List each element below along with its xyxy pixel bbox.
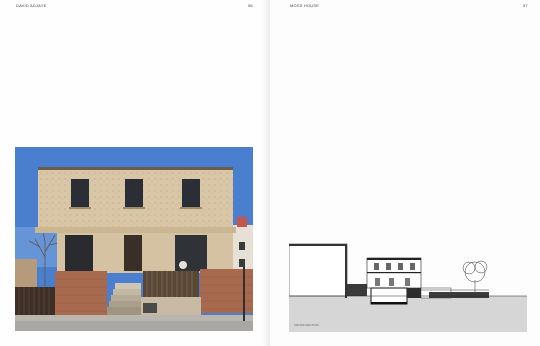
left-page: DAVID ADJAYE 56 — [0, 0, 270, 346]
running-header-right: MOSS HOUSE — [290, 3, 320, 8]
cross-section-drawing — [288, 240, 527, 332]
house-photo-illustration — [15, 147, 253, 331]
page-number-left: 56 — [248, 3, 253, 8]
section-drawing-svg — [288, 243, 527, 332]
drawing-caption: CROSS SECTION — [294, 323, 319, 327]
house-photograph — [15, 147, 253, 331]
running-header-left: DAVID ADJAYE — [16, 3, 47, 8]
book-spread: DAVID ADJAYE 56 MOSS HOUSE 57 CROSS SECT… — [0, 0, 540, 346]
page-number-right: 57 — [523, 3, 528, 8]
